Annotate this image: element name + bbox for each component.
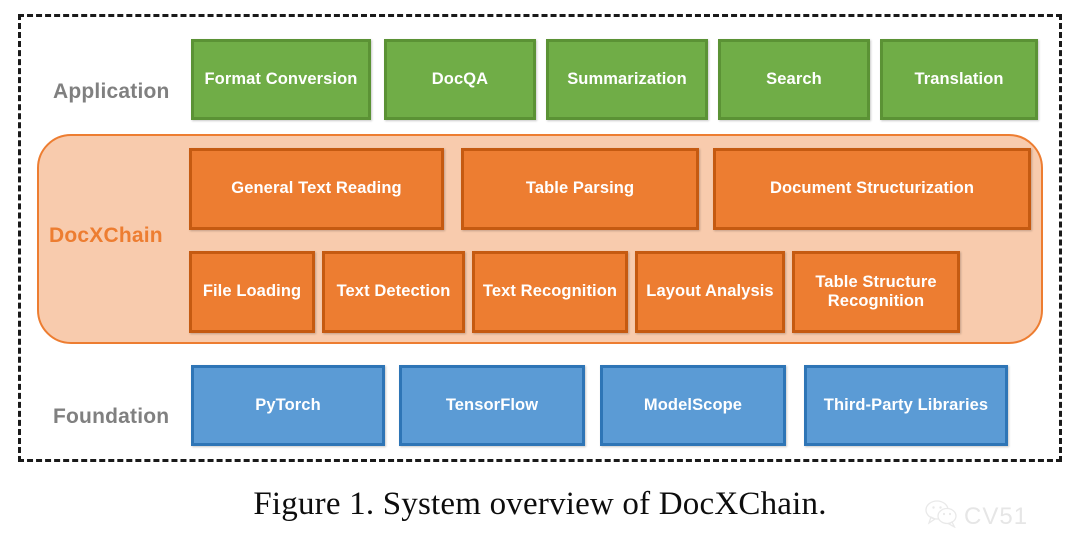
docxchain-pipeline-table-parsing[interactable]: Table Parsing [461,148,699,230]
foundation-node-modelscope[interactable]: ModelScope [600,365,786,446]
application-node-label: Summarization [567,69,687,88]
layer-label-application: Application [53,80,170,103]
foundation-node-label: ModelScope [643,395,743,414]
application-node-search[interactable]: Search [718,39,870,120]
docxchain-capability-label: Layout Analysis [646,282,774,301]
docxchain-capability-text-detection[interactable]: Text Detection [322,251,465,333]
docxchain-pipeline-label: Table Parsing [525,179,635,198]
docxchain-capability-label: Text Detection [336,282,451,301]
application-node-label: Translation [914,69,1004,88]
docxchain-pipeline-general-text-reading[interactable]: General Text Reading [189,148,444,230]
foundation-node-label: PyTorch [255,395,321,414]
docxchain-pipeline-label: General Text Reading [231,179,402,198]
docxchain-capability-label: File Loading [202,282,302,301]
application-node-label: DocQA [431,69,489,88]
application-node-format-conversion[interactable]: Format Conversion [191,39,371,120]
docxchain-capability-label: Text Recognition [482,282,618,301]
foundation-node-tensorflow[interactable]: TensorFlow [399,365,585,446]
docxchain-capability-table-structure-recognition[interactable]: Table Structure Recognition [792,251,960,333]
application-node-label: Format Conversion [204,69,358,88]
application-node-summarization[interactable]: Summarization [546,39,708,120]
foundation-node-pytorch[interactable]: PyTorch [191,365,385,446]
docxchain-pipeline-label: Document Structurization [769,179,975,198]
figure-caption: Figure 1. System overview of DocXChain. [253,486,827,522]
docxchain-pipeline-document-structurization[interactable]: Document Structurization [713,148,1031,230]
watermark-text: CV51 [964,502,1029,530]
application-node-label: Search [766,69,822,88]
wechat-icon [925,500,959,533]
docxchain-capability-label: Table Structure Recognition [815,272,937,310]
application-node-docqa[interactable]: DocQA [384,39,536,120]
application-node-translation[interactable]: Translation [880,39,1038,120]
docxchain-capability-layout-analysis[interactable]: Layout Analysis [635,251,785,333]
docxchain-capability-file-loading[interactable]: File Loading [189,251,315,333]
foundation-node-label: Third-Party Libraries [823,395,989,414]
docxchain-capability-text-recognition[interactable]: Text Recognition [472,251,628,333]
foundation-node-third-party-libraries[interactable]: Third-Party Libraries [804,365,1008,446]
layer-label-foundation: Foundation [53,405,170,428]
layer-label-docxchain: DocXChain [49,224,163,247]
watermark: CV51 [925,500,1028,533]
foundation-node-label: TensorFlow [445,395,539,414]
